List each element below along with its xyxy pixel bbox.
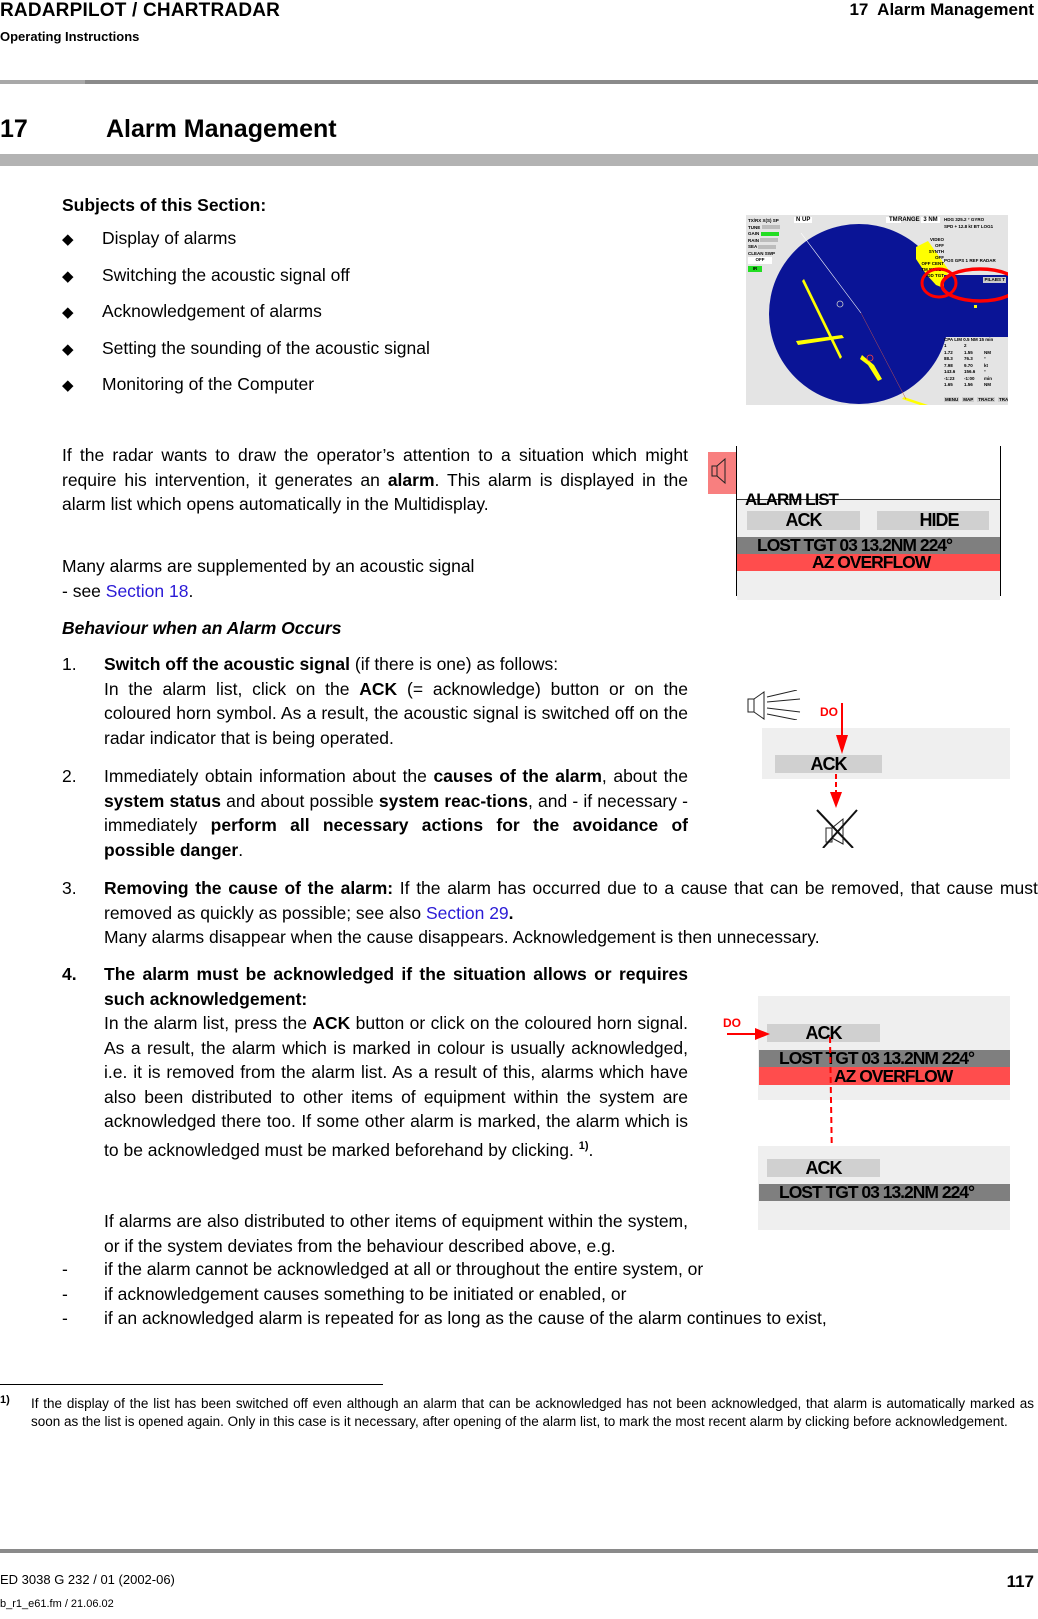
distribution-paragraph: If alarms are also distributed to other … xyxy=(104,1211,688,1256)
subject-item: ◆ Monitoring of the Computer xyxy=(62,374,430,411)
subject-text: Display of alarms xyxy=(102,228,237,248)
subject-item: ◆ Setting the sounding of the acoustic si… xyxy=(62,338,430,375)
arrow-head-icon xyxy=(836,735,848,754)
horn-muted-icon xyxy=(816,809,858,848)
horn-icon xyxy=(711,457,726,485)
header-rule-accent xyxy=(0,80,85,84)
horn-sound-icon xyxy=(747,690,801,720)
section-29-link[interactable]: Section 29 xyxy=(426,903,509,923)
arrow-head-icon xyxy=(755,1028,770,1040)
figure-divider xyxy=(1000,446,1001,596)
acoustic-paragraph: Many alarms are supplemented by an acous… xyxy=(62,556,475,601)
step-number: 1. xyxy=(62,654,77,674)
step-text: The alarm must be acknowledged if the si… xyxy=(104,964,689,1160)
subject-item: ◆ Switching the acoustic signal off xyxy=(62,265,430,302)
diamond-bullet-icon: ◆ xyxy=(62,377,74,394)
ack-button[interactable]: ACK xyxy=(747,511,860,530)
document-subtitle: Operating Instructions xyxy=(0,29,140,44)
alarm-list-window: ALARM LIST ACK HIDE LOST TGT 03 13.2NM 2… xyxy=(737,490,1000,600)
chapter-number: 17 xyxy=(0,115,28,143)
step-text: Removing the cause of the alarm: If the … xyxy=(104,878,1038,947)
behaviour-heading: Behaviour when an Alarm Occurs xyxy=(62,618,342,638)
diamond-bullet-icon: ◆ xyxy=(62,304,74,321)
hide-button[interactable]: HIDE xyxy=(877,511,989,530)
header-rule xyxy=(0,80,1038,84)
ack-button[interactable]: ACK xyxy=(767,1159,880,1177)
product-title: RADARPILOT / CHARTRADAR xyxy=(0,0,281,21)
footer-rule xyxy=(0,1549,1038,1553)
radar-display-figure: TX/RX X(S) SP TUNE GAIN RAIN SEA CLEAN S… xyxy=(746,215,1008,405)
footnote-ref[interactable]: 1) xyxy=(579,1140,589,1152)
step-number: 4. xyxy=(62,964,77,984)
condition-item: - if an acknowledged alarm is repeated fo… xyxy=(62,1308,827,1328)
chapter-title: Alarm Management xyxy=(106,115,337,143)
subjects-heading: Subjects of this Section: xyxy=(62,195,267,215)
footnote-rule xyxy=(0,1384,383,1385)
alarm-list-title: ALARM LIST xyxy=(745,490,839,509)
diamond-bullet-icon: ◆ xyxy=(62,231,74,248)
step-number: 2. xyxy=(62,766,77,786)
alarm-horn-button[interactable] xyxy=(708,452,736,494)
file-info: b_r1_e61.fm / 21.06.02 xyxy=(0,1598,114,1610)
subject-text: Monitoring of the Computer xyxy=(102,374,315,394)
condition-item: - if the alarm cannot be acknowledged at … xyxy=(62,1259,704,1279)
intro-paragraph: If the radar wants to draw the operator’… xyxy=(62,445,689,514)
subject-text: Setting the sounding of the acoustic sig… xyxy=(102,337,430,358)
subject-item: ◆ Display of alarms xyxy=(62,228,430,265)
condition-item: - if acknowledgement causes something to … xyxy=(62,1283,627,1304)
step-text: Immediately obtain information about the… xyxy=(104,766,689,860)
alarm-row-az-overflow[interactable]: AZ OVERFLOW xyxy=(737,554,1000,571)
section-18-link[interactable]: Section 18 xyxy=(106,581,189,601)
diamond-bullet-icon: ◆ xyxy=(62,267,74,285)
alarm-row-lost-target[interactable]: LOST TGT 03 13.2NM 224° xyxy=(759,1184,1010,1201)
highlight-circle-icon xyxy=(940,267,1008,303)
subject-item: ◆ Acknowledgement of alarms xyxy=(62,301,430,338)
step-text: Switch off the acoustic signal (if there… xyxy=(104,654,688,748)
subject-text: Acknowledgement of alarms xyxy=(102,301,322,321)
conditions-list: - if the alarm cannot be acknowledged at … xyxy=(62,1257,827,1331)
diamond-bullet-icon: ◆ xyxy=(62,340,74,358)
subject-text: Switching the acoustic signal off xyxy=(102,264,350,285)
arrow-head-icon xyxy=(830,792,842,808)
footnote-number: 1) xyxy=(0,1394,10,1406)
chapter-running-head: 17 Alarm Management xyxy=(849,0,1034,19)
highlight-circles xyxy=(920,267,1008,303)
ack-arrows xyxy=(830,703,848,808)
subjects-list: ◆ Display of alarms ◆ Switching the acoust… xyxy=(62,228,430,411)
step-number: 3. xyxy=(62,878,77,898)
result-arrow xyxy=(829,1036,833,1164)
chapter-title-bar xyxy=(0,154,1038,166)
footnote-text: If the display of the list has been swit… xyxy=(31,1396,1034,1429)
edition-info: ED 3038 G 232 / 01 (2002-06) xyxy=(0,1572,175,1587)
page-number: 117 xyxy=(1006,1572,1034,1591)
alarm-row-lost-target[interactable]: LOST TGT 03 13.2NM 224° xyxy=(737,537,1000,554)
